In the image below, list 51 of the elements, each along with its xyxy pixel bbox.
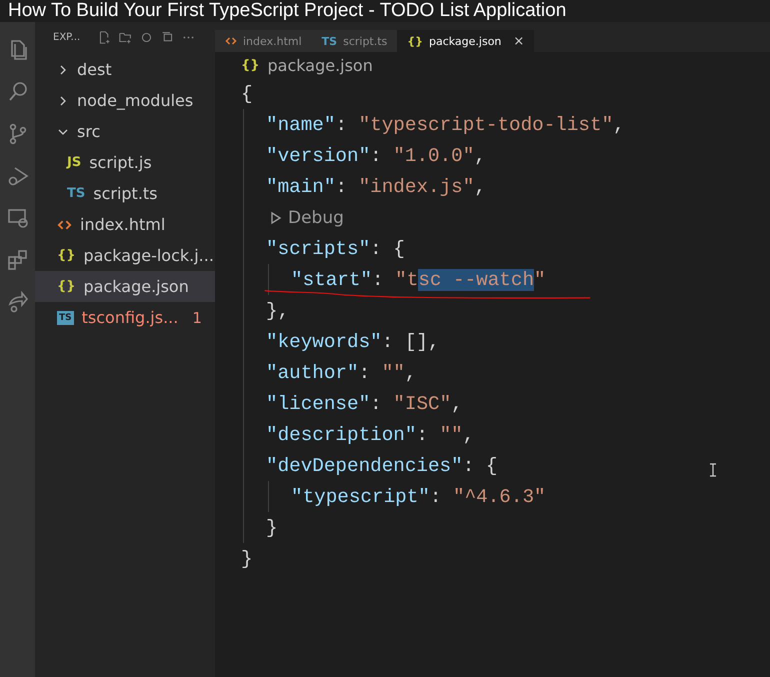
code-line: "start": "tsc --watch" bbox=[291, 268, 546, 290]
extensions-icon[interactable] bbox=[6, 248, 30, 272]
code-line: } bbox=[241, 548, 253, 570]
breadcrumb[interactable]: package.json bbox=[268, 56, 373, 74]
ts-file-icon: TS bbox=[322, 34, 338, 48]
ts-file-icon: TS bbox=[67, 186, 86, 201]
file-tree-item[interactable]: {} package-lock.j... bbox=[35, 240, 215, 271]
file-tree-item[interactable]: index.html bbox=[35, 209, 215, 240]
live-share-icon[interactable] bbox=[6, 290, 30, 314]
json-file-icon: {} bbox=[57, 248, 76, 263]
play-icon[interactable] bbox=[270, 210, 282, 224]
problem-count: 1 bbox=[192, 308, 202, 326]
json-file-icon: {} bbox=[57, 279, 76, 294]
file-tree-item[interactable]: TS script.ts bbox=[35, 178, 215, 209]
code-line: "license": "ISC", bbox=[266, 392, 463, 414]
code-line: "scripts": { bbox=[266, 238, 405, 260]
code-line: "author": "", bbox=[266, 362, 416, 384]
editor-tab[interactable]: {} package.json × bbox=[397, 30, 534, 52]
remote-explorer-icon[interactable] bbox=[6, 206, 30, 230]
close-tab-button[interactable]: × bbox=[513, 34, 524, 48]
editor-tab[interactable]: TS script.ts bbox=[312, 30, 398, 52]
code-line: "main": "index.js", bbox=[266, 176, 486, 198]
collapse-all-icon[interactable] bbox=[161, 30, 174, 44]
video-title: How To Build Your First TypeScript Project - TODO List Application bbox=[7, 0, 566, 22]
editor-tab[interactable]: index.html bbox=[215, 30, 312, 52]
debug-codelens[interactable]: Debug bbox=[288, 208, 344, 228]
file-tree-item[interactable]: {} package.json bbox=[35, 271, 215, 302]
code-line: "name": "typescript-todo-list", bbox=[266, 114, 625, 136]
code-line: } bbox=[266, 516, 278, 538]
js-file-icon: JS bbox=[67, 155, 82, 170]
code-line: { bbox=[241, 82, 253, 104]
file-tree-item[interactable]: node_modules bbox=[35, 85, 215, 116]
text-cursor-icon bbox=[709, 463, 717, 477]
new-folder-icon[interactable] bbox=[119, 30, 132, 44]
code-line: "typescript": "^4.6.3" bbox=[291, 486, 546, 508]
new-file-icon[interactable] bbox=[98, 30, 112, 44]
code-line: "description": "", bbox=[266, 424, 474, 446]
code-line: "devDependencies": { bbox=[266, 454, 498, 476]
file-tree-item[interactable]: src bbox=[35, 116, 215, 147]
explorer-title: EXP... bbox=[53, 32, 80, 42]
code-line: "keywords": [], bbox=[266, 330, 440, 352]
file-tree-item[interactable]: dest bbox=[35, 54, 215, 85]
code-line: }, bbox=[266, 300, 290, 322]
ts-file-icon: TS bbox=[57, 310, 74, 324]
file-tree-item[interactable]: JS script.js bbox=[35, 147, 215, 178]
json-file-icon: {} bbox=[407, 34, 423, 48]
file-tree-item[interactable]: TS tsconfig.js... 1 bbox=[35, 302, 215, 333]
code-brackets-icon bbox=[57, 218, 72, 230]
code-line: "version": "1.0.0", bbox=[266, 144, 486, 166]
code-brackets-icon bbox=[225, 36, 237, 46]
json-file-icon: {} bbox=[241, 58, 260, 72]
